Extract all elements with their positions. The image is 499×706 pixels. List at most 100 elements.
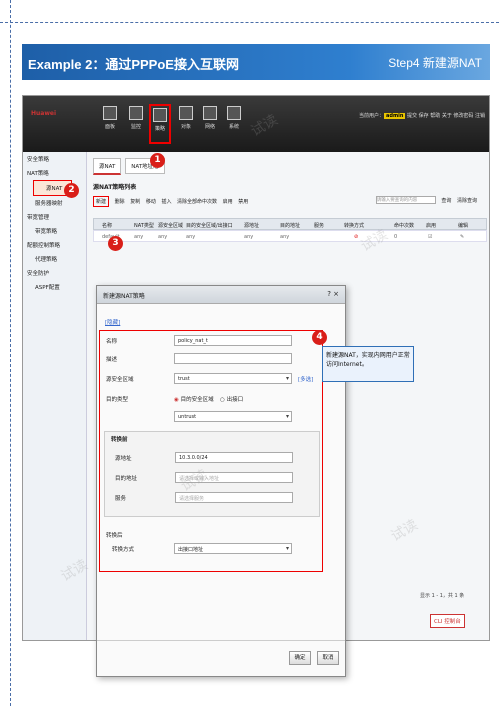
- pager: 显示 1 - 1，共 1 条: [420, 593, 465, 599]
- cell-src-addr: any: [244, 234, 254, 240]
- toolbar: 新建 删除 复制 移动 插入 清除全部命中次数 启用 禁用 请输入要查询的内容 …: [93, 196, 487, 210]
- slide-title: Example 2：通过PPPoE接入互联网: [28, 57, 239, 72]
- slide-step: Step4 新建源NAT: [388, 56, 482, 70]
- clear-hits-button[interactable]: 清除全部命中次数: [177, 199, 217, 205]
- cancel-button[interactable]: 取消: [317, 651, 339, 665]
- src-addr-field[interactable]: 10.3.0.0/24: [175, 452, 293, 463]
- delete-button[interactable]: 删除: [115, 199, 125, 205]
- col-edit: 编辑: [458, 223, 469, 229]
- col-enable: 启用: [426, 223, 437, 229]
- checkbox-icon[interactable]: ☑: [428, 234, 432, 240]
- table-header: 名称 NAT类型 源安全区域 目的安全区域/出接口 源地址 目的地址 服务 转换…: [93, 218, 487, 230]
- nav-monitor[interactable]: 监控: [125, 104, 147, 144]
- edit-icon[interactable]: ✎: [460, 234, 464, 240]
- name-field[interactable]: policy_nat_t: [174, 335, 292, 346]
- dashed-border-left: [10, 0, 11, 706]
- dialog-controls[interactable]: ? ×: [327, 290, 339, 298]
- search-area: 请输入要查询的内容 查询 清除查询: [375, 196, 481, 204]
- nav-policy[interactable]: 策略: [149, 104, 171, 144]
- dst-zone-select[interactable]: untrust: [174, 411, 292, 422]
- copy-button[interactable]: 复制: [130, 199, 140, 205]
- tab-source-nat[interactable]: 源NAT: [93, 158, 122, 175]
- cell-nat-type: any: [134, 234, 144, 240]
- col-dst-zone: 目的安全区域/出接口: [186, 223, 233, 229]
- sidebar-item-aspf[interactable]: ASPF配置: [23, 280, 86, 294]
- cell-dst-addr: any: [280, 234, 290, 240]
- nav-network[interactable]: 网络: [199, 104, 221, 144]
- mode-select[interactable]: 出接口地址: [174, 543, 292, 554]
- list-title: 源NAT策略列表: [93, 184, 137, 191]
- src-addr-label: 源地址: [115, 456, 132, 462]
- col-mode: 转换方式: [344, 223, 365, 229]
- sidebar-item-bandwidth[interactable]: 带宽管理: [23, 210, 86, 224]
- name-label: 名称: [106, 339, 118, 345]
- sidebar-item-bandwidth-policy[interactable]: 带宽策略: [23, 224, 86, 238]
- ok-button[interactable]: 确定: [289, 651, 311, 665]
- dashboard-icon: [103, 106, 117, 120]
- dialog-footer: 确定 取消: [97, 640, 345, 676]
- cli-console-button[interactable]: CLI 控制台: [430, 614, 465, 628]
- dashed-border-top: [0, 22, 499, 23]
- service-field[interactable]: 请选择服务: [175, 492, 293, 503]
- user-name: admin: [384, 113, 406, 119]
- sidebar-item-proxy[interactable]: 代理策略: [23, 252, 86, 266]
- nav-panel[interactable]: 面板: [99, 104, 121, 144]
- dst-type-label: 目的类型: [106, 397, 129, 403]
- query-button[interactable]: 查询: [441, 198, 451, 204]
- system-icon: [227, 106, 241, 120]
- move-button[interactable]: 移动: [146, 199, 156, 205]
- desc-field[interactable]: [174, 353, 292, 364]
- dialog-title: 新建源NAT策略: [103, 293, 145, 300]
- badge-1: 1: [150, 153, 165, 168]
- new-button[interactable]: 新建: [93, 196, 110, 207]
- table-row[interactable]: default any any any any any ⊘ 0 ☑ ✎: [93, 230, 487, 242]
- advanced-toggle[interactable]: [隐藏]: [105, 318, 120, 326]
- pre-translation-group: 转换前 源地址 10.3.0.0/24 目的地址 请选择或输入地址 服务 请选择…: [104, 431, 320, 517]
- dst-addr-label: 目的地址: [115, 476, 138, 482]
- multi-select-link[interactable]: [多选]: [298, 375, 313, 383]
- after-title: 转换后: [106, 533, 123, 539]
- col-hits: 命中次数: [394, 223, 415, 229]
- huawei-logo: Huawei: [31, 110, 57, 117]
- cell-src-zone: any: [158, 234, 168, 240]
- user-links[interactable]: 当前用户： admin 提交 保存 帮助 关于 修改密码 注销: [359, 112, 485, 119]
- disable-button[interactable]: 禁用: [238, 199, 248, 205]
- policy-icon: [153, 108, 167, 122]
- search-input[interactable]: 请输入要查询的内容: [375, 196, 436, 204]
- col-nat-type: NAT类型: [134, 223, 154, 229]
- group-title: 转换前: [111, 437, 128, 443]
- col-src-addr: 源地址: [244, 223, 260, 229]
- slide-banner: Example 2：通过PPPoE接入互联网 Step4 新建源NAT: [22, 44, 490, 80]
- src-zone-label: 源安全区域: [106, 377, 134, 383]
- badge-4: 4: [312, 330, 327, 345]
- src-zone-select[interactable]: trust: [174, 373, 292, 384]
- sidebar-item-security-policy[interactable]: 安全策略: [23, 152, 86, 166]
- clear-query-button[interactable]: 清除查询: [457, 198, 477, 204]
- sidebar-item-quota[interactable]: 配额控制策略: [23, 238, 86, 252]
- dst-type-radio-interface[interactable]: ○ 出接口: [220, 395, 243, 403]
- sidebar-item-nat-policy[interactable]: NAT策略: [23, 166, 86, 180]
- cell-hits: 0: [394, 234, 398, 240]
- sidebar-item-protection[interactable]: 安全防护: [23, 266, 86, 280]
- highlight-box: 名称 policy_nat_t 描述 源安全区域 trust [多选] 目的类型…: [99, 330, 323, 572]
- service-label: 服务: [115, 496, 127, 502]
- new-nat-dialog: 新建源NAT策略 ? × [隐藏] 名称 policy_nat_t 描述 源安全…: [96, 285, 346, 677]
- mode-label: 转换方式: [112, 547, 135, 553]
- col-dst-addr: 目的地址: [280, 223, 301, 229]
- insert-button[interactable]: 插入: [161, 199, 171, 205]
- cell-dst-zone: any: [186, 234, 196, 240]
- sidebar-item-server-mapping[interactable]: 服务器映射: [23, 196, 86, 210]
- badge-3: 3: [108, 236, 123, 251]
- monitor-icon: [129, 106, 143, 120]
- object-icon: [179, 106, 193, 120]
- network-icon: [203, 106, 217, 120]
- col-service: 服务: [314, 223, 325, 229]
- enable-button[interactable]: 启用: [223, 199, 233, 205]
- desc-label: 描述: [106, 357, 118, 363]
- nav-system[interactable]: 系统: [223, 104, 245, 144]
- col-src-zone: 源安全区域: [158, 223, 184, 229]
- dialog-header: 新建源NAT策略 ? ×: [97, 286, 345, 304]
- nav-object[interactable]: 对象: [175, 104, 197, 144]
- badge-2: 2: [64, 183, 79, 198]
- dst-type-radio-zone[interactable]: ◉ 目的安全区域: [174, 395, 214, 403]
